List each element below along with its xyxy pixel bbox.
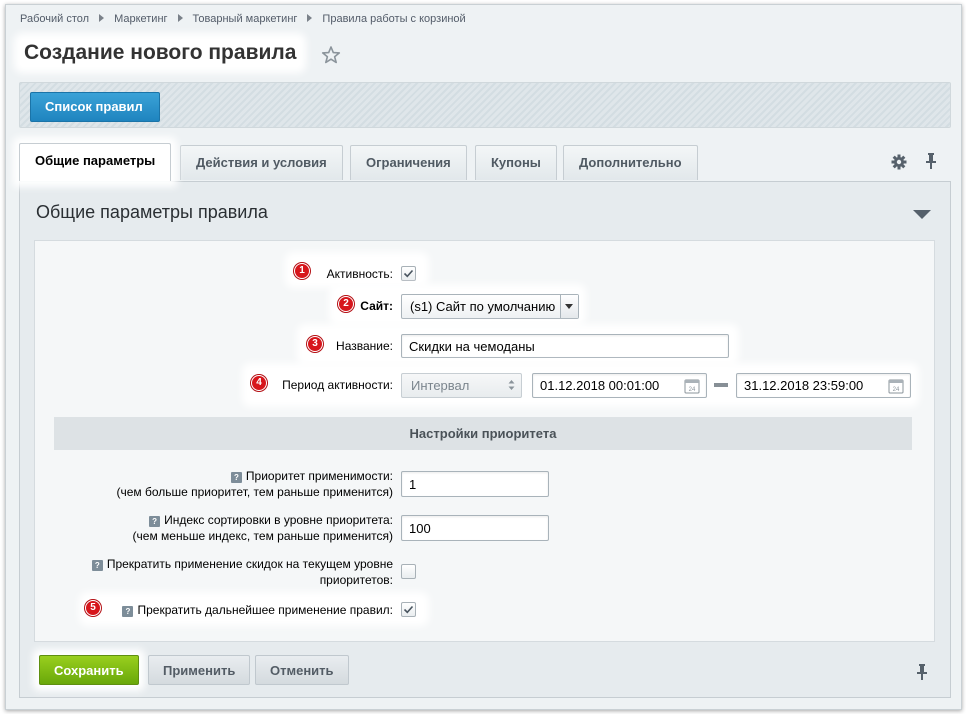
breadcrumb: Рабочий стол Маркетинг Товарный маркетинг П… bbox=[20, 13, 466, 25]
step-badge: 3 bbox=[307, 336, 323, 352]
period-type-select[interactable]: Интервал bbox=[401, 373, 522, 398]
name-input[interactable]: Скидки на чемоданы bbox=[401, 334, 729, 358]
stop-further-label: ? Прекратить дальнейшее применение правил… bbox=[122, 603, 393, 618]
breadcrumb-item-marketing[interactable]: Маркетинг bbox=[114, 13, 167, 25]
form-body: 1 Активность: 2 Сайт: (s1) Сайт по умолч… bbox=[34, 240, 935, 642]
priority-heading: Настройки приоритета bbox=[54, 417, 912, 450]
stop-level-label-cont: приоритетов: bbox=[319, 573, 393, 587]
step-badge: 1 bbox=[294, 263, 310, 279]
help-icon[interactable]: ? bbox=[230, 472, 242, 483]
apply-button[interactable]: Применить bbox=[148, 655, 251, 685]
updown-icon bbox=[508, 380, 515, 390]
period-label: Период активности: bbox=[282, 378, 393, 392]
sort-hint: (чем меньше индекс, тем раньше применитс… bbox=[132, 529, 393, 543]
save-button[interactable]: Сохранить bbox=[39, 655, 139, 685]
stop-level-label: ? Прекратить применение скидок на текущем… bbox=[91, 557, 393, 572]
period-from-input[interactable]: 01.12.2018 00:01:00 24 bbox=[532, 373, 707, 398]
site-select-value: (s1) Сайт по умолчанию bbox=[410, 299, 556, 314]
breadcrumb-separator-icon bbox=[307, 14, 313, 22]
tab-actions-conditions[interactable]: Действия и условия bbox=[180, 145, 343, 180]
applicability-label: ? Приоритет применимости: bbox=[230, 469, 393, 484]
applicability-hint: (чем больше приоритет, тем раньше примен… bbox=[116, 485, 393, 499]
help-icon[interactable]: ? bbox=[149, 516, 161, 527]
range-dash bbox=[714, 383, 728, 387]
tab-additional[interactable]: Дополнительно bbox=[563, 145, 698, 180]
rules-list-button[interactable]: Список правил bbox=[30, 92, 160, 122]
step-badge: 5 bbox=[85, 600, 101, 616]
cancel-button[interactable]: Отменить bbox=[255, 655, 349, 685]
pin-icon[interactable] bbox=[924, 152, 938, 170]
breadcrumb-item-product-marketing[interactable]: Товарный маркетинг bbox=[193, 13, 298, 25]
svg-text:24: 24 bbox=[689, 387, 696, 393]
footer-buttons: Сохранить Применить Отменить bbox=[19, 641, 949, 697]
breadcrumb-separator-icon bbox=[177, 14, 183, 22]
tab-coupons[interactable]: Купоны bbox=[475, 145, 557, 180]
svg-text:24: 24 bbox=[893, 387, 900, 393]
stop-level-checkbox[interactable] bbox=[401, 564, 416, 579]
tab-general[interactable]: Общие параметры bbox=[19, 143, 172, 181]
site-select[interactable]: (s1) Сайт по умолчанию bbox=[401, 294, 579, 319]
gear-icon[interactable] bbox=[891, 154, 907, 170]
window: Рабочий стол Маркетинг Товарный маркетинг П… bbox=[5, 4, 962, 710]
calendar-icon[interactable]: 24 bbox=[684, 378, 700, 394]
period-to-input[interactable]: 31.12.2018 23:59:00 24 bbox=[736, 373, 911, 398]
active-checkbox[interactable] bbox=[401, 266, 416, 281]
breadcrumb-item-desktop[interactable]: Рабочий стол bbox=[20, 13, 89, 25]
star-icon[interactable] bbox=[321, 45, 341, 65]
step-badge: 2 bbox=[338, 296, 354, 312]
tab-panel-general: Общие параметры правила 1 Активность: 2 … bbox=[19, 181, 951, 698]
section-header: Общие параметры правила bbox=[20, 182, 950, 238]
stop-further-checkbox[interactable] bbox=[401, 602, 416, 617]
help-icon[interactable]: ? bbox=[91, 560, 103, 571]
sort-input[interactable]: 100 bbox=[401, 515, 549, 541]
tab-limits[interactable]: Ограничения bbox=[350, 145, 467, 180]
period-from-value: 01.12.2018 00:01:00 bbox=[540, 378, 660, 393]
sort-label: ? Индекс сортировки в уровне приоритета: bbox=[149, 513, 393, 528]
triangle-down-icon[interactable] bbox=[913, 210, 931, 219]
breadcrumb-item-cart-rules[interactable]: Правила работы с корзиной bbox=[322, 13, 465, 25]
name-label: Название: bbox=[336, 339, 393, 353]
chevron-down-icon bbox=[560, 295, 578, 318]
period-type-value: Интервал bbox=[411, 378, 470, 393]
help-icon[interactable]: ? bbox=[122, 606, 134, 617]
applicability-input[interactable]: 1 bbox=[401, 471, 549, 497]
period-to-value: 31.12.2018 23:59:00 bbox=[744, 378, 864, 393]
page-title: Создание нового правила bbox=[20, 39, 301, 67]
pin-icon[interactable] bbox=[915, 663, 929, 681]
section-title: Общие параметры правила bbox=[36, 202, 268, 222]
step-badge: 4 bbox=[251, 375, 267, 391]
toolbar: Список правил bbox=[19, 82, 951, 128]
calendar-icon[interactable]: 24 bbox=[888, 378, 904, 394]
site-label: Сайт: bbox=[360, 299, 393, 313]
breadcrumb-separator-icon bbox=[99, 14, 105, 22]
active-label: Активность: bbox=[326, 267, 393, 281]
